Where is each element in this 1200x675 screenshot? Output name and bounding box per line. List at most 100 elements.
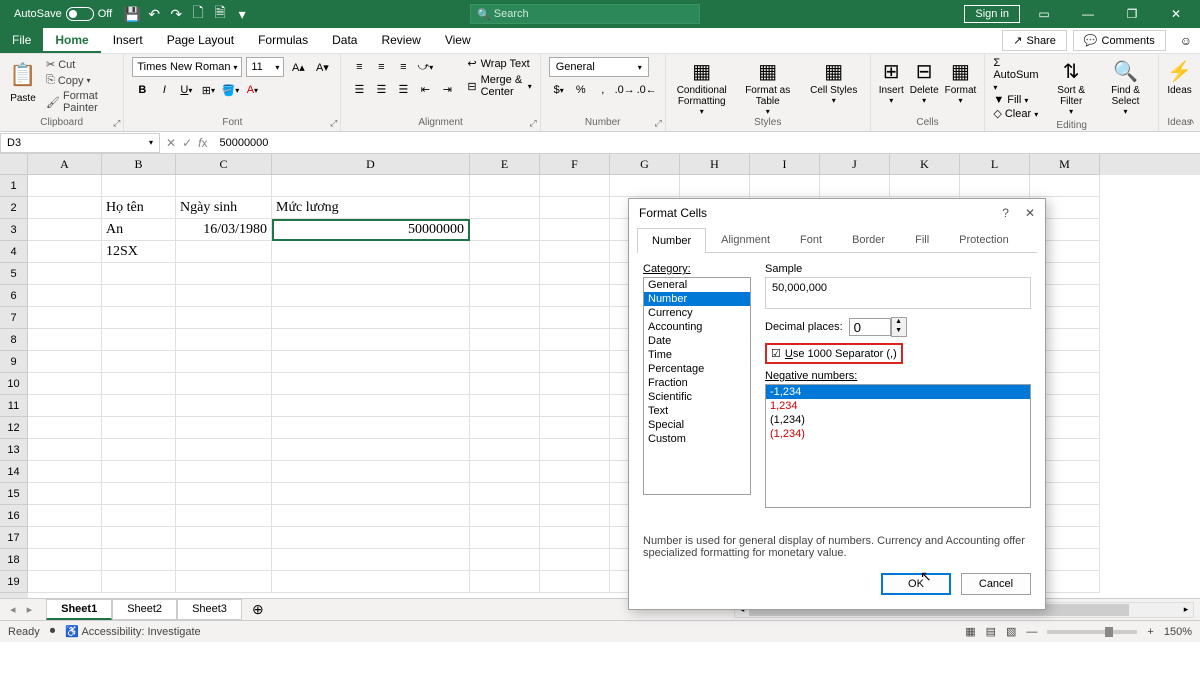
tab-formulas[interactable]: Formulas	[246, 28, 320, 53]
italic-button[interactable]: I	[154, 80, 174, 100]
tab-insert[interactable]: Insert	[101, 28, 155, 53]
cell[interactable]	[890, 175, 960, 197]
column-header[interactable]: M	[1030, 154, 1100, 175]
cell[interactable]	[272, 285, 470, 307]
cell[interactable]	[960, 175, 1030, 197]
row-header[interactable]: 18	[0, 549, 28, 571]
category-item[interactable]: Accounting	[644, 320, 750, 334]
select-all-corner[interactable]	[0, 154, 28, 175]
align-bottom-icon[interactable]: ≡	[393, 57, 413, 77]
row-header[interactable]: 9	[0, 351, 28, 373]
autosum-button[interactable]: Σ AutoSum ▾	[993, 57, 1045, 93]
cell[interactable]: 12SX	[102, 241, 176, 263]
cell[interactable]	[540, 241, 610, 263]
category-list[interactable]: GeneralNumberCurrencyAccountingDateTimeP…	[643, 277, 751, 495]
zoom-out-icon[interactable]: —	[1026, 626, 1037, 638]
ideas-button[interactable]: ⚡ Ideas	[1167, 57, 1192, 96]
cell[interactable]	[28, 527, 102, 549]
font-launcher-icon[interactable]: ⤢	[330, 118, 337, 129]
cell[interactable]	[540, 505, 610, 527]
row-header[interactable]: 12	[0, 417, 28, 439]
insert-cells-button[interactable]: ⊞Insert▾	[879, 57, 904, 105]
paste-icon[interactable]: 📋	[8, 57, 38, 93]
cell[interactable]	[176, 483, 272, 505]
cell[interactable]	[28, 263, 102, 285]
category-item[interactable]: Date	[644, 334, 750, 348]
tab-page-layout[interactable]: Page Layout	[155, 28, 246, 53]
cell[interactable]	[470, 263, 540, 285]
ribbon-display-icon[interactable]: ▭	[1024, 7, 1064, 21]
cell[interactable]	[540, 307, 610, 329]
alignment-launcher-icon[interactable]: ⤢	[530, 118, 537, 129]
cell[interactable]	[176, 175, 272, 197]
row-header[interactable]: 5	[0, 263, 28, 285]
row-header[interactable]: 3	[0, 219, 28, 241]
category-item[interactable]: Custom	[644, 432, 750, 446]
row-header[interactable]: 16	[0, 505, 28, 527]
row-header[interactable]: 4	[0, 241, 28, 263]
cut-button[interactable]: ✂Cut	[46, 57, 115, 72]
close-button[interactable]: ✕	[1156, 7, 1196, 21]
increase-indent-icon[interactable]: ⇥	[437, 79, 457, 99]
cell-styles-button[interactable]: ▦Cell Styles▾	[806, 57, 862, 116]
row-header[interactable]: 11	[0, 395, 28, 417]
tab-home[interactable]: Home	[43, 28, 100, 53]
cell[interactable]: 16/03/1980	[176, 219, 272, 241]
sort-filter-button[interactable]: ⇅Sort & Filter▾	[1049, 57, 1093, 120]
copy-button[interactable]: ⎘Copy▾	[46, 73, 115, 88]
cell[interactable]	[470, 439, 540, 461]
cell[interactable]	[470, 241, 540, 263]
cell[interactable]	[540, 263, 610, 285]
cell[interactable]	[28, 175, 102, 197]
column-header[interactable]: D	[272, 154, 470, 175]
decrease-indent-icon[interactable]: ⇤	[415, 79, 435, 99]
cell[interactable]	[272, 395, 470, 417]
dialog-tab[interactable]: Protection	[944, 227, 1024, 252]
column-header[interactable]: J	[820, 154, 890, 175]
column-header[interactable]: G	[610, 154, 680, 175]
clipboard-launcher-icon[interactable]: ⤢	[113, 118, 120, 129]
row-header[interactable]: 6	[0, 285, 28, 307]
format-as-table-button[interactable]: ▦Format as Table▾	[740, 57, 796, 116]
sign-in-button[interactable]: Sign in	[964, 5, 1020, 23]
cell[interactable]: Họ tên	[102, 197, 176, 219]
qat-icon-3[interactable]: ▾	[234, 6, 250, 22]
cell[interactable]	[272, 417, 470, 439]
align-top-icon[interactable]: ≡	[349, 57, 369, 77]
cell[interactable]	[272, 263, 470, 285]
clear-button[interactable]: ◇ Clear ▾	[993, 107, 1045, 120]
cell[interactable]	[102, 439, 176, 461]
cell[interactable]: Mức lương	[272, 197, 470, 219]
tab-review[interactable]: Review	[369, 28, 432, 53]
redo-icon[interactable]: ↷	[168, 6, 184, 22]
cell[interactable]	[102, 395, 176, 417]
cell[interactable]	[470, 219, 540, 241]
cell[interactable]	[102, 549, 176, 571]
cell[interactable]	[102, 505, 176, 527]
cell[interactable]	[102, 285, 176, 307]
enter-formula-icon[interactable]: ✓	[182, 136, 192, 150]
column-header[interactable]: L	[960, 154, 1030, 175]
sheet-tab[interactable]: Sheet1	[46, 599, 112, 620]
cell[interactable]	[28, 549, 102, 571]
formula-input[interactable]: 50000000	[213, 137, 1200, 149]
column-header[interactable]: H	[680, 154, 750, 175]
font-size-select[interactable]: 11▾	[246, 57, 284, 77]
cell[interactable]	[1030, 175, 1100, 197]
cell[interactable]	[102, 175, 176, 197]
cell[interactable]	[540, 351, 610, 373]
cell[interactable]	[28, 483, 102, 505]
cell[interactable]	[470, 417, 540, 439]
tab-data[interactable]: Data	[320, 28, 369, 53]
underline-button[interactable]: U▾	[176, 80, 196, 100]
cell[interactable]	[470, 549, 540, 571]
cell[interactable]	[272, 483, 470, 505]
format-cells-button[interactable]: ▦Format▾	[945, 57, 977, 105]
row-header[interactable]: 14	[0, 461, 28, 483]
conditional-formatting-button[interactable]: ▦Conditional Formatting▾	[674, 57, 730, 116]
find-select-button[interactable]: 🔍Find & Select▾	[1101, 57, 1150, 120]
comma-icon[interactable]: ,	[593, 80, 613, 100]
cell[interactable]	[102, 329, 176, 351]
align-right-icon[interactable]: ☰	[393, 79, 413, 99]
row-header[interactable]: 19	[0, 571, 28, 593]
